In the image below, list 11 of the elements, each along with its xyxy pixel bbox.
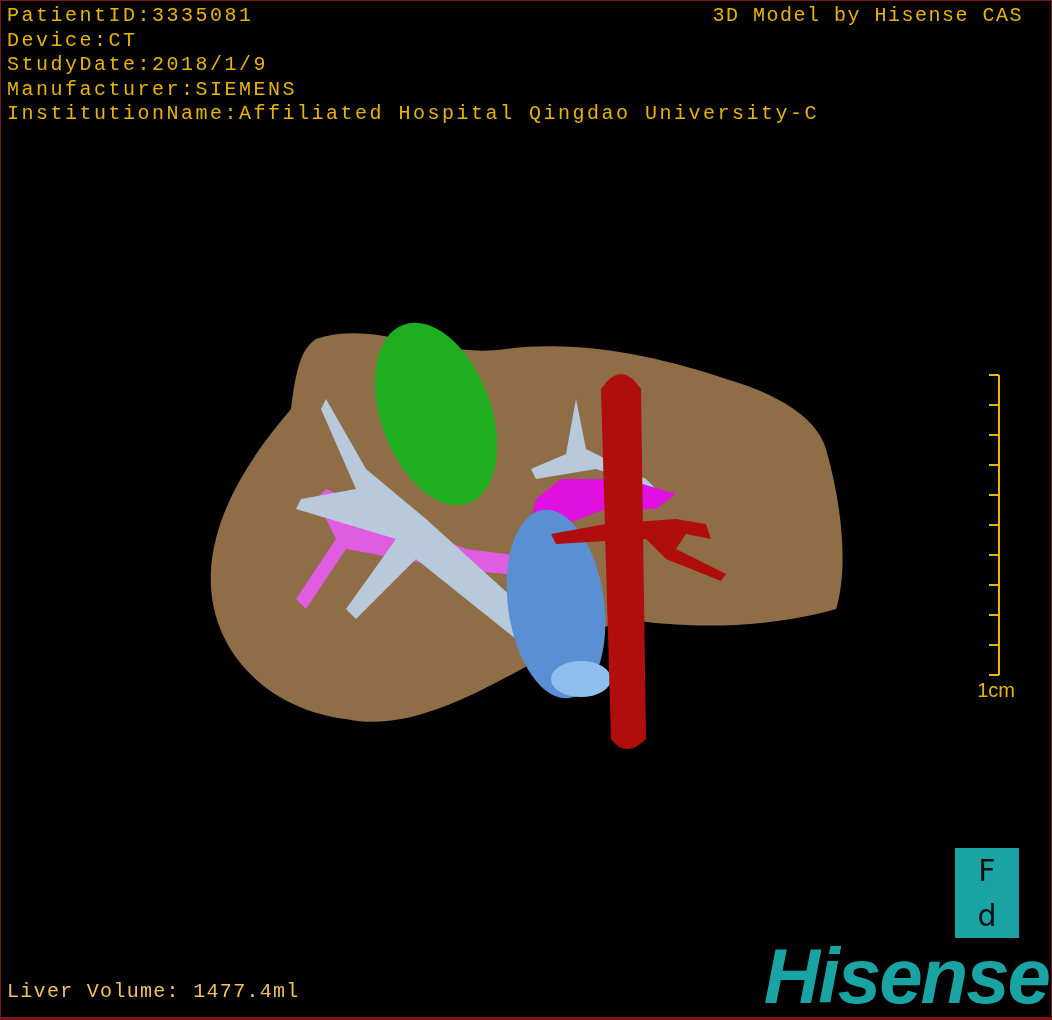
info-text: PatientID:3335081 — [7, 4, 254, 29]
liver-volume-text: Liver Volume: 1477.4ml — [7, 979, 300, 1005]
info-text: StudyDate:2018/1/9 — [7, 53, 269, 78]
info-text: Manufacturer:SIEMENS — [7, 77, 298, 102]
scale-label: 1cm — [977, 679, 1015, 701]
orientation-label: F — [978, 852, 996, 889]
info-text: Device:CT — [7, 28, 138, 53]
viewer-title: 3D Model by Hisense CAS — [712, 4, 1023, 28]
logo: Hisense — [763, 936, 1049, 1016]
orientation-label: d — [977, 897, 997, 934]
info-text: InstitutionName:Affiliated Hospital Qingdao University-C — [7, 102, 820, 127]
